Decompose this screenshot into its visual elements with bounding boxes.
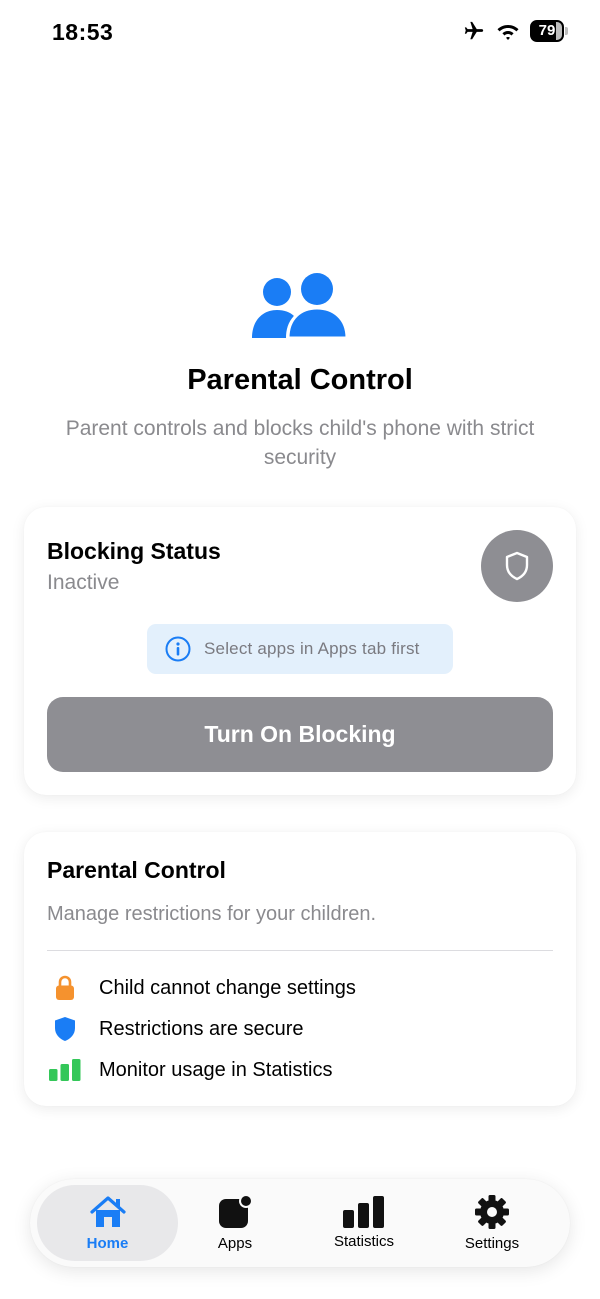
tab-apps-label: Apps (217, 1235, 253, 1252)
parental-control-title: Parental Control (47, 857, 226, 883)
blocking-status-card: Blocking Status Inactive Select apps in … (24, 507, 576, 795)
feature-item-label: Child cannot change settings (99, 976, 356, 999)
tab-home-label: Home (86, 1235, 129, 1252)
status-icons: 79 (462, 20, 568, 42)
tab-statistics[interactable]: Statistics (300, 1185, 428, 1261)
tab-bar: Home Apps Statistics Settings (30, 1179, 570, 1267)
feature-item: Child cannot change settings (47, 973, 356, 1003)
house-icon (89, 1196, 126, 1227)
blocking-status-value: Inactive (47, 571, 120, 594)
shield-icon (55, 1017, 75, 1041)
wifi-icon (497, 25, 519, 40)
lock-icon (56, 975, 74, 1000)
turn-on-blocking-button[interactable]: Turn On Blocking (47, 697, 553, 772)
info-hint-text: Select apps in Apps tab first (204, 639, 420, 658)
tab-statistics-label: Statistics (333, 1233, 394, 1250)
feature-item: Restrictions are secure (47, 1014, 304, 1044)
battery-indicator: 79 (530, 20, 568, 42)
app-badge-icon (219, 1194, 253, 1228)
feature-item-label: Restrictions are secure (99, 1017, 304, 1040)
tab-settings[interactable]: Settings (430, 1185, 554, 1261)
tab-apps[interactable]: Apps (175, 1185, 295, 1261)
feature-item: Monitor usage in Statistics (47, 1055, 332, 1085)
chart-bar-icon (343, 1196, 384, 1228)
shield-icon (505, 551, 529, 581)
status-time: 18:53 (52, 19, 114, 45)
info-hint: Select apps in Apps tab first (147, 624, 453, 674)
tab-home[interactable]: Home (37, 1185, 178, 1261)
gear-icon (475, 1195, 509, 1229)
status-bar: 18:53 79 (0, 0, 600, 66)
parental-control-card: Parental Control Manage restrictions for… (24, 832, 576, 1106)
chart-bar-icon (49, 1059, 81, 1081)
status-shield-badge (481, 530, 553, 602)
tab-settings-label: Settings (464, 1235, 520, 1252)
airplane-icon (464, 21, 484, 40)
parental-control-description: Manage restrictions for your children. (47, 903, 377, 925)
blocking-status-title: Blocking Status (47, 538, 221, 564)
battery-percent: 79 (538, 22, 556, 39)
divider (47, 950, 553, 951)
person-2-icon (252, 273, 349, 340)
page-title: Parental Control (187, 364, 413, 396)
page-subtitle: Parent controls and blocks child's phone… (65, 417, 535, 469)
feature-item-label: Monitor usage in Statistics (99, 1058, 333, 1081)
info-circle-icon (165, 636, 191, 662)
